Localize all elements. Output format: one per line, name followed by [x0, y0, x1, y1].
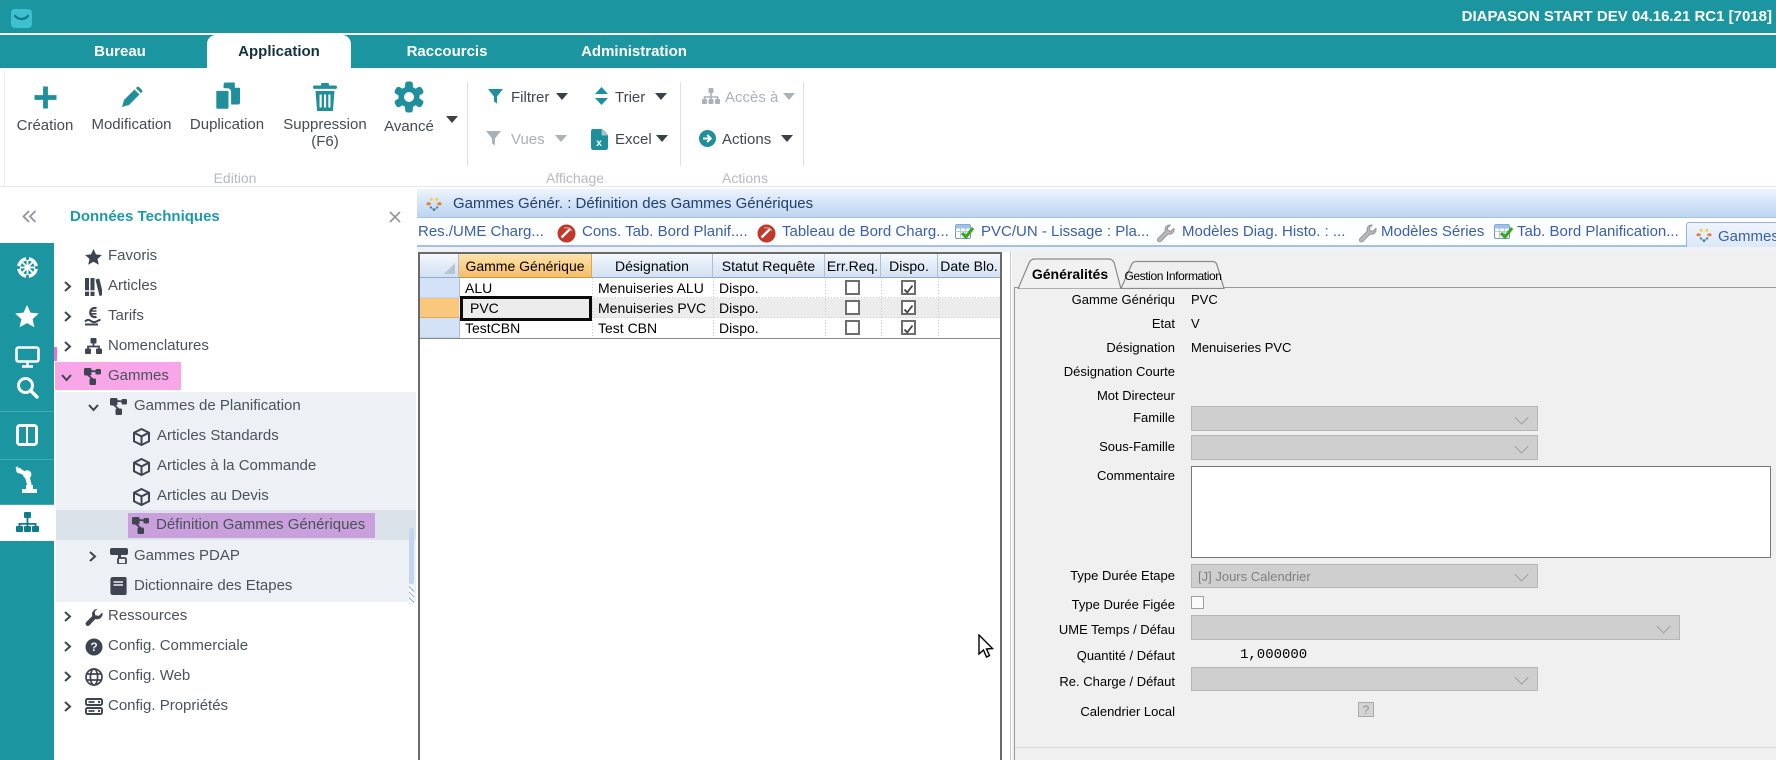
svg-text:Gestion Information: Gestion Information [1124, 269, 1221, 283]
svg-text:Généralités: Généralités [1032, 266, 1108, 282]
svg-text:x: x [596, 137, 602, 149]
